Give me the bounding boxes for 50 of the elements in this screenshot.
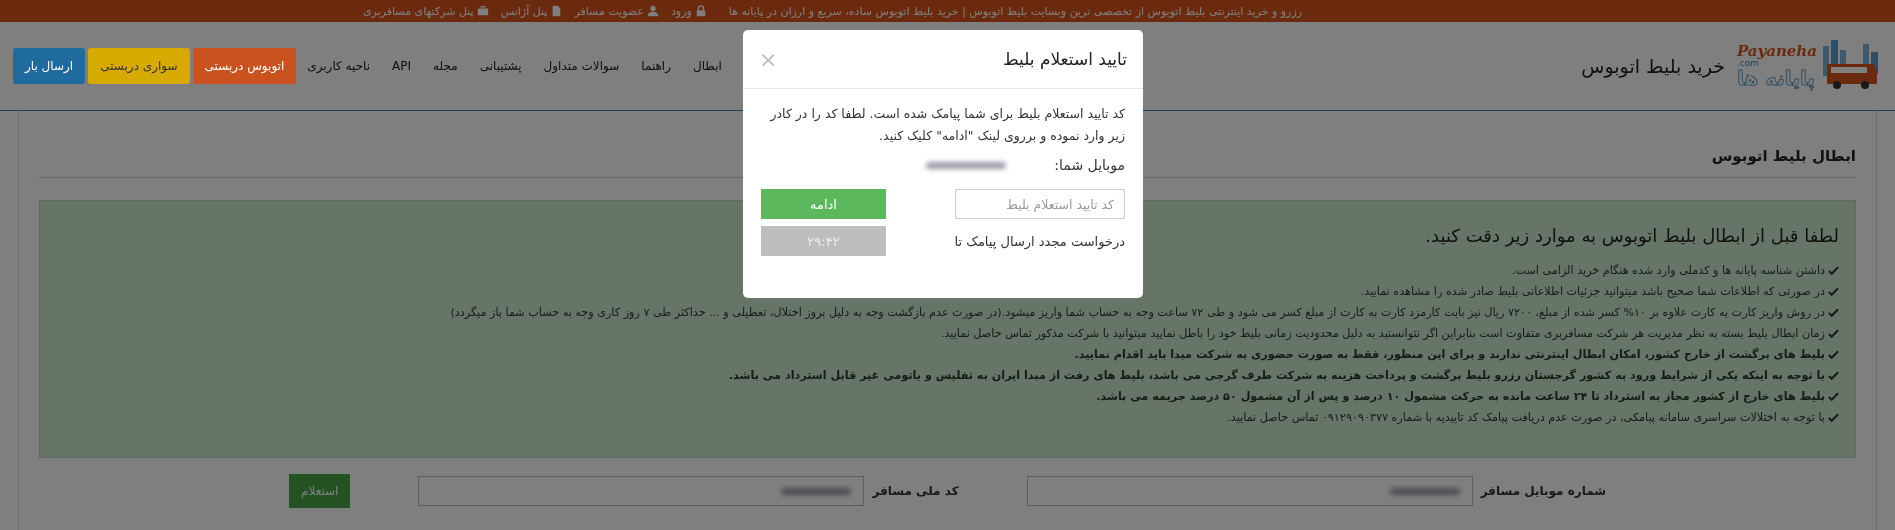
blurred-value (1389, 487, 1460, 495)
top-link[interactable]: ورود (670, 4, 707, 18)
check-icon (1828, 370, 1839, 381)
tagline: رزرو و خرید اینترنتی بلیط اتوبوس از تخصصی ترین وبسایت بلیط اتوبوس | خرید بلیط اتوبوس ساده، سریع و ارزان در پایانه ها (728, 4, 1303, 18)
input-field[interactable] (1026, 476, 1473, 506)
notice-item: در روش واریز کارت به کارت علاوه بر ۱۰% کسر شده از مبلغ، ۷۲۰۰ ریال نیز بابت کارمزد کارت به کارت از مبلغ کسر می شود و طی ۷۲ ساعت وجه به حساب شما واریز میشود.(در صورت عدم بازگشت وجه به دلیل بروز اختلال، تعطیلی و ... حداکثر طی ۷ روز کاری وجه به حساب شما باز میگردد) (450, 305, 1825, 321)
field-label: شماره موبایل مسافر (1480, 484, 1606, 498)
continue-button[interactable]: ادامه (761, 189, 886, 219)
top-link[interactable]: پنل شرکتهای مسافربری (362, 4, 489, 18)
nav-button[interactable]: ارسال بار (13, 48, 86, 84)
input-field[interactable] (418, 476, 865, 506)
nav-button[interactable]: اتوبوس دربستی (192, 48, 297, 84)
nav-button[interactable]: سواری دربستی (88, 48, 190, 84)
notice-heading: لطفا قبل از ابطال بلیط اتوبوس به موارد زیر دقت کنید. (1425, 225, 1839, 246)
check-icon (1828, 307, 1839, 318)
nav-link[interactable]: سوالات متداول (532, 59, 631, 73)
nav-link[interactable]: ناحیه کاربری (296, 59, 382, 73)
nav-link[interactable]: ابطال (682, 59, 733, 73)
notice-item: با توجه به اختلالات سراسری سامانه پیامکی، در صورت عدم دریافت پیامک کد تاییدیه با شماره ۰۹۱۲۹۰۹۰۳۷۷ تماس حاصل نمایید. (1227, 410, 1825, 426)
logo-domain: .com (1736, 59, 1759, 68)
check-icon (1828, 286, 1839, 297)
input-field[interactable]: کد تایید استعلام بلیط (955, 189, 1125, 219)
briefcase-icon (476, 5, 489, 17)
lock-icon (694, 5, 707, 17)
check-icon (1828, 391, 1839, 402)
logo-text: Payaneha (1736, 44, 1817, 59)
nav-link[interactable]: راهنما (630, 59, 682, 73)
nav-link[interactable]: API (381, 59, 423, 73)
notice-item: بلیط های برگشت از خارج کشور، امکان ابطال اینترنتی ندارند و برای این منظور، فقط به صورت حضوری به شرکت مبدا باید اقدام نمایید. (1074, 347, 1825, 364)
notice-item: زمان ابطال بلیط بسته به نظر مدیریت هر شرکت مسافربری متفاوت است بنابراین اگر نتوانستید به دلیل محدودیت زمانی بلیط خود را باطل نمایید میتوانید با شرکت مذکور تماس حاصل نمایید. (940, 326, 1825, 342)
top-link[interactable]: عضویت مسافر (574, 4, 659, 18)
file-icon (550, 5, 563, 17)
field-label: کد ملی مسافر (872, 484, 959, 498)
modal-title: تایید استعلام بلیط (1002, 49, 1127, 69)
check-icon (1828, 412, 1839, 423)
user-icon (646, 5, 659, 17)
resend-text: درخواست مجدد ارسال پیامک تا (954, 233, 1125, 249)
mobile-label: موبایل شما: (1054, 157, 1125, 173)
site-title: خرید بلیط اتوبوس (1581, 55, 1725, 77)
notice-item: در صورتی که اطلاعات شما صحیح باشد میتوانید جزئیات اطلاعاتی بلیط صادر شده را مشاهده نمایید. (1360, 284, 1825, 300)
check-icon (1828, 349, 1839, 360)
blurred-value (781, 487, 852, 495)
nav-link[interactable]: پشتیبانی (468, 59, 533, 73)
check-icon (1828, 328, 1839, 339)
notice-item: داشتن شناسه پایانه ها و کدملی وارد شده هنگام خرید الزامی است. (1511, 263, 1825, 279)
top-link[interactable]: پنل آژانس (500, 4, 563, 18)
notice-item: با توجه به اینکه یکی از شرایط ورود به کشور گرجستان رزرو بلیط برگشت و پرداخت هزینه به شرکت طرف گرجی می باشد، بلیط های رفت از مبدا ایران به تفلیس و باتومی غیر قابل استرداد می باشد. (728, 368, 1825, 384)
check-icon (1828, 265, 1839, 276)
nav-link[interactable]: مجله (422, 59, 469, 73)
notice-item: بلیط های خارج از کشور مجاز به استرداد تا ۲۴ ساعت مانده به حرکت مشمول ۱۰ درصد و پس از آن مشمول ۵۰ درصد جریمه می باشد. (1096, 388, 1825, 406)
